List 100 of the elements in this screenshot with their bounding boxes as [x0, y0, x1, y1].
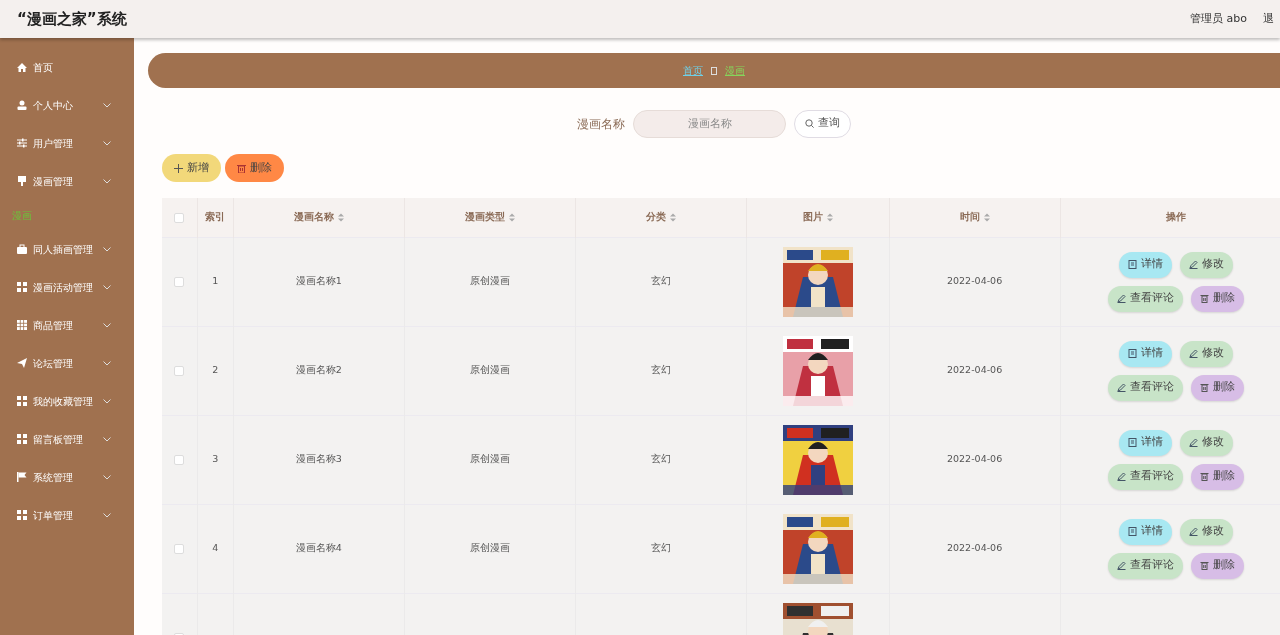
sidebar-item[interactable]: 订单管理 [0, 496, 134, 534]
column-header: 操作 [1165, 210, 1186, 225]
table-cell: 原创漫画 [469, 542, 510, 554]
sort-icon [983, 212, 990, 222]
row-index: 2 [212, 364, 219, 376]
grid-icon [17, 396, 27, 406]
logout-link[interactable]: 退 [1263, 10, 1274, 28]
sidebar-item[interactable]: 系统管理 [0, 458, 134, 496]
edit-button[interactable]: 修改 [1179, 340, 1233, 367]
plus-icon [174, 163, 183, 173]
column-header[interactable]: 分类 [645, 210, 676, 225]
grid-icon [17, 282, 27, 292]
search-button[interactable]: 查询 [794, 109, 851, 138]
trash-icon [1199, 294, 1209, 303]
comments-button[interactable]: 查看评论 [1107, 285, 1183, 312]
flag-icon [17, 472, 27, 482]
header-checkbox[interactable] [174, 212, 185, 223]
chevron-down-icon [103, 178, 111, 184]
grid-icon [17, 434, 27, 444]
sidebar-item[interactable]: 论坛管理 [0, 344, 134, 382]
table-cell: 玄幻 [650, 275, 671, 287]
document-icon [1127, 260, 1137, 269]
search-field[interactable]: 漫画名称 [633, 109, 786, 138]
sliders-icon [17, 138, 27, 148]
add-button[interactable]: 新增 [162, 154, 221, 182]
document-icon [1127, 349, 1137, 358]
table-cell: 2022-04-06 [947, 275, 1003, 287]
details-button[interactable]: 详情 [1118, 429, 1172, 456]
user-name: 管理员 abo [1190, 10, 1247, 27]
delete-button[interactable]: 删除 [1190, 552, 1244, 579]
chevron-down-icon [103, 436, 111, 442]
edit-button[interactable]: 修改 [1179, 251, 1233, 278]
column-header[interactable]: 漫画类型 [464, 210, 515, 225]
table-cell: 2022-04-06 [947, 364, 1003, 376]
table-cell: 原创漫画 [469, 275, 510, 287]
table-icon [17, 320, 27, 330]
sidebar-item[interactable]: 漫画管理 [0, 162, 134, 200]
sort-icon [337, 212, 344, 222]
breadcrumb-link[interactable]: 漫画 [725, 63, 745, 78]
sidebar-item[interactable]: 同人插画管理 [0, 230, 134, 268]
edit-button[interactable]: 修改 [1179, 518, 1233, 545]
table-cell: 2022-04-06 [947, 453, 1003, 465]
document-icon [1127, 438, 1137, 447]
delete-button[interactable]: 删除 [1190, 374, 1244, 401]
table-cell: 玄幻 [650, 453, 671, 465]
table-cell: 玄幻 [650, 364, 671, 376]
table-cell: 漫画名称4 [295, 542, 342, 554]
table-cell: 漫画名称3 [295, 453, 342, 465]
sidebar-item[interactable]: 留言板管理 [0, 420, 134, 458]
sidebar-item[interactable]: 个人中心 [0, 86, 134, 124]
table-cell: 原创漫画 [469, 453, 510, 465]
breadcrumb-link[interactable]: 首页 [683, 63, 703, 78]
sort-icon [826, 212, 833, 222]
row-checkbox[interactable] [174, 454, 185, 465]
comments-button[interactable]: 查看评论 [1107, 463, 1183, 490]
chevron-down-icon [103, 140, 111, 146]
trash-icon [1199, 383, 1209, 392]
column-header[interactable]: 漫画名称 [293, 210, 344, 225]
table-cell: 玄幻 [650, 542, 671, 554]
chevron-down-icon [103, 398, 111, 404]
search-icon [805, 119, 814, 128]
delete-button[interactable]: 删除 [1190, 463, 1244, 490]
delete-button[interactable]: 删除 [1190, 285, 1244, 312]
separator-icon [711, 66, 717, 75]
pencil-icon [1188, 260, 1198, 269]
sidebar-item[interactable]: 我的收藏管理 [0, 382, 134, 420]
chevron-down-icon [103, 102, 111, 108]
details-button[interactable]: 详情 [1118, 251, 1172, 278]
details-button[interactable]: 详情 [1118, 518, 1172, 545]
sidebar-item[interactable]: 用户管理 [0, 124, 134, 162]
edit-button[interactable]: 修改 [1179, 429, 1233, 456]
pencil-icon [1188, 527, 1198, 536]
chevron-down-icon [103, 322, 111, 328]
pencil-icon [1188, 438, 1198, 447]
details-button[interactable]: 详情 [1118, 340, 1172, 367]
comments-button[interactable]: 查看评论 [1107, 552, 1183, 579]
table-cell: 漫画名称1 [295, 275, 342, 287]
chevron-down-icon [103, 284, 111, 290]
chevron-down-icon [103, 512, 111, 518]
brush-icon [17, 176, 27, 186]
document-icon [1127, 527, 1137, 536]
pencil-icon [1116, 472, 1126, 481]
trash-icon [237, 163, 246, 173]
row-checkbox[interactable] [174, 365, 185, 376]
row-checkbox[interactable] [174, 543, 185, 554]
column-header[interactable]: 时间 [959, 210, 990, 225]
row-checkbox[interactable] [174, 276, 185, 287]
column-header[interactable]: 图片 [802, 210, 833, 225]
app-title: “漫画之家”系统 [17, 8, 127, 30]
row-index: 3 [212, 453, 219, 465]
trash-icon [1199, 472, 1209, 481]
sidebar-item[interactable]: 首页 [0, 48, 134, 86]
chevron-down-icon [103, 246, 111, 252]
comments-button[interactable]: 查看评论 [1107, 374, 1183, 401]
sidebar-item[interactable]: 商品管理 [0, 306, 134, 344]
sidebar-item[interactable]: 漫画活动管理 [0, 268, 134, 306]
paper-plane-icon [17, 358, 27, 368]
delete-button[interactable]: 删除 [225, 154, 284, 182]
column-header: 索引 [205, 210, 226, 225]
row-index: 1 [212, 275, 219, 287]
